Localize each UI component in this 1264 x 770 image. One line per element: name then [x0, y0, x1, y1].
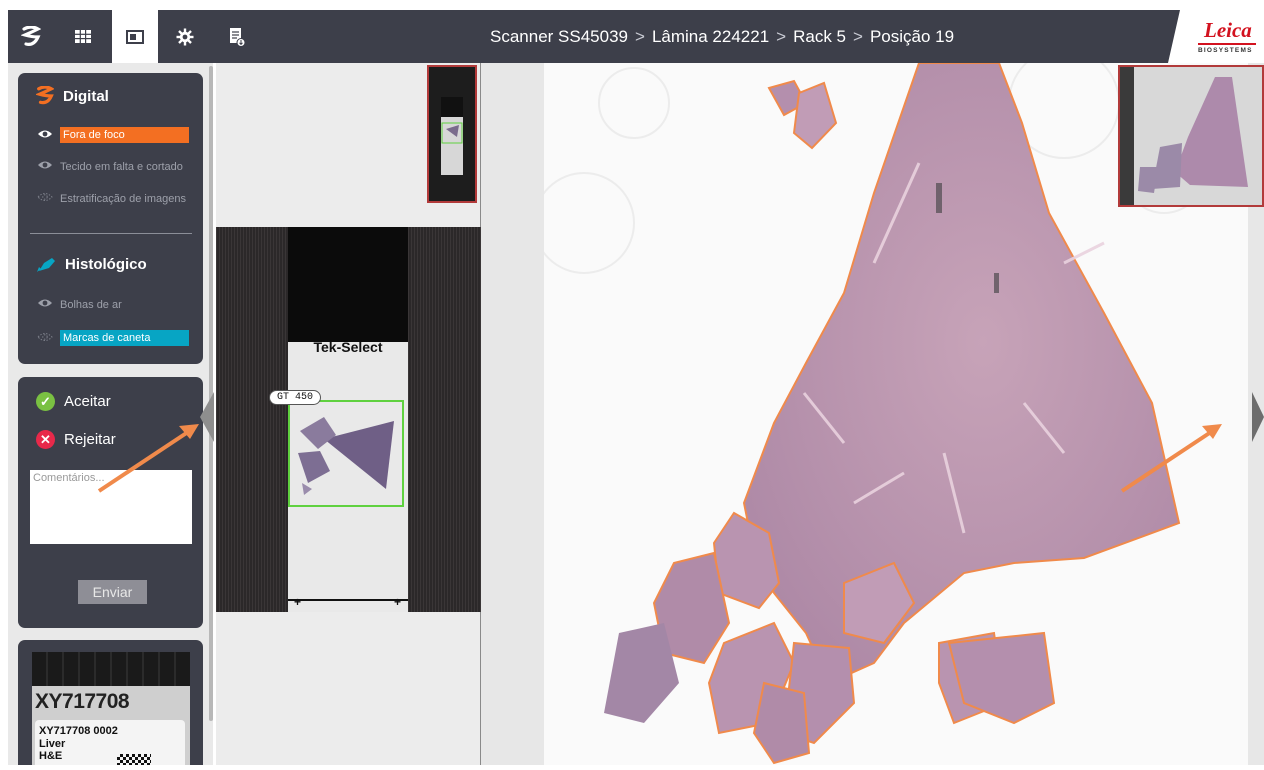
accept-button[interactable]: ✓ Aceitar	[36, 392, 111, 411]
top-bar: Scanner SS45039 > Lâmina 224221 > Rack 5 > Pos…	[0, 0, 1264, 63]
breadcrumb-scanner[interactable]: Scanner SS45039	[490, 27, 628, 46]
issue-label: Fora de foco	[60, 127, 189, 143]
logo-underline	[1198, 43, 1256, 45]
histologic-section-title: Histológico	[36, 256, 147, 273]
issue-stitching[interactable]: Estratificação de imagens	[36, 192, 186, 205]
eye-hidden-icon[interactable]	[36, 192, 54, 205]
macro-image[interactable]: Tek-Select + + GT 450	[216, 227, 481, 612]
overview-thumbnail[interactable]	[1118, 65, 1264, 207]
label-line: H&E	[39, 750, 63, 762]
eye-icon[interactable]	[36, 129, 54, 142]
macro-thumbnail[interactable]	[427, 65, 477, 203]
digital-icon	[36, 86, 54, 105]
report-download-icon[interactable]	[214, 10, 260, 63]
slide-viewer[interactable]	[481, 47, 1264, 765]
digital-icon[interactable]	[8, 10, 54, 63]
grid-view-icon[interactable]	[60, 10, 106, 63]
quality-sidebar: Digital Fora de foco Tecido em falta e c…	[8, 63, 213, 765]
review-panel: ✓ Aceitar ✕ Rejeitar Enviar	[18, 377, 203, 628]
slide-label-area	[288, 227, 408, 353]
issue-missing-tissue[interactable]: Tecido em falta e cortado	[36, 160, 183, 173]
overview-image	[1120, 67, 1262, 205]
callout-arrow-right	[1120, 424, 1222, 493]
slide-bottom-edge	[288, 599, 408, 601]
histologic-title: Histológico	[65, 256, 147, 273]
slide-label-panel: XY717708 XY717708 0002 Liver H&E	[18, 640, 203, 765]
issue-label: Marcas de caneta	[60, 330, 189, 346]
scanner-label: GT 450	[269, 390, 322, 405]
pen-marker-icon	[37, 257, 55, 272]
check-icon: ✓	[36, 392, 55, 411]
next-slide-icon[interactable]	[1252, 392, 1264, 442]
quality-issues-panel: Digital Fora de foco Tecido em falta e c…	[18, 73, 203, 364]
breadcrumb-rack[interactable]: Rack 5	[793, 27, 846, 46]
issue-air-bubbles[interactable]: Bolhas de ar	[36, 298, 122, 311]
eye-hidden-icon[interactable]	[36, 332, 54, 345]
label-sticker: XY717708 0002 Liver H&E	[35, 720, 185, 765]
callout-arrow-left	[97, 424, 199, 493]
scan-region-box[interactable]	[288, 400, 404, 507]
slide-corner-mark: +	[394, 595, 402, 609]
label-code: XY717708	[35, 690, 130, 713]
issue-label: Estratificação de imagens	[60, 192, 186, 205]
thumbnail-slide	[429, 67, 475, 201]
label-image-top	[32, 652, 190, 686]
breadcrumb-separator: >	[776, 27, 787, 46]
accept-label: Aceitar	[64, 393, 111, 410]
barcode-icon	[117, 754, 151, 765]
submit-button[interactable]: Enviar	[78, 580, 147, 604]
breadcrumb-separator: >	[635, 27, 645, 46]
slide-corner-mark: +	[294, 595, 302, 609]
digital-section-title: Digital	[36, 86, 109, 106]
issue-label: Tecido em falta e cortado	[60, 160, 183, 173]
close-icon: ✕	[36, 430, 55, 449]
eye-icon[interactable]	[36, 160, 54, 173]
breadcrumb-position: Posição 19	[869, 27, 955, 46]
logo-subtitle: BIOSYSTEMS	[1198, 47, 1253, 54]
logo-wordmark: Leica	[1204, 18, 1252, 42]
label-line: XY717708 0002	[39, 725, 118, 737]
eye-icon[interactable]	[36, 298, 54, 311]
issue-pen-marks[interactable]: Marcas de caneta	[36, 330, 189, 346]
breadcrumb: Scanner SS45039 > Lâmina 224221 > Rack 5 > Pos…	[490, 10, 954, 63]
leica-logo: Leica BIOSYSTEMS	[1168, 10, 1264, 63]
breadcrumb-slide[interactable]: Lâmina 224221	[652, 27, 769, 46]
digital-title: Digital	[63, 87, 109, 105]
issue-label: Bolhas de ar	[60, 298, 122, 311]
slide-view-icon[interactable]	[112, 10, 158, 63]
slide-brand: Tek-Select	[313, 339, 383, 355]
settings-gear-icon[interactable]	[162, 10, 208, 63]
slide-label-image: XY717708 XY717708 0002 Liver H&E	[32, 652, 190, 765]
macro-image-column: Tek-Select + + GT 450	[216, 63, 482, 765]
issue-out-of-focus[interactable]: Fora de foco	[36, 127, 189, 143]
section-divider	[30, 233, 192, 234]
breadcrumb-separator: >	[853, 27, 863, 46]
label-line: Liver	[39, 738, 66, 750]
